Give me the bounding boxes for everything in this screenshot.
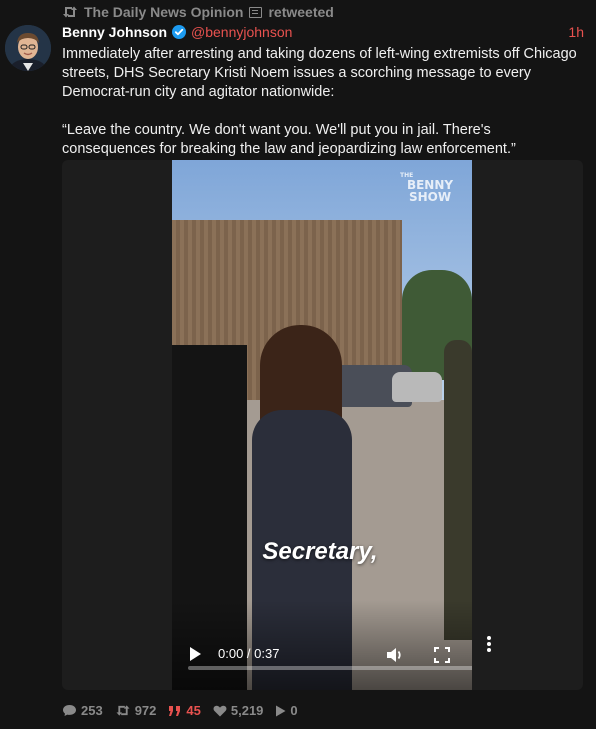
author-handle[interactable]: @bennyjohnson xyxy=(191,24,292,40)
play-views-icon xyxy=(276,705,286,716)
video-time: 0:00 / 0:37 xyxy=(218,646,280,661)
media-container: THE BENNY SHOW Secretary, 0:00 / 0:37 xyxy=(62,160,583,690)
retweet-label: retweeted xyxy=(268,4,334,20)
video-officer xyxy=(444,340,472,640)
like-count: 5,219 xyxy=(230,703,264,718)
like-button[interactable]: 5,219 xyxy=(213,703,264,718)
post-paragraph-1: Immediately after arresting and taking d… xyxy=(62,46,577,100)
quote-button[interactable]: 45 xyxy=(168,703,201,718)
post-timestamp[interactable]: 1h xyxy=(568,24,584,40)
post-header: Benny Johnson @bennyjohnson 1h xyxy=(62,24,584,40)
video-watermark: THE BENNY SHOW xyxy=(400,172,454,204)
quote-count: 45 xyxy=(186,703,201,718)
more-options-icon[interactable] xyxy=(486,635,492,658)
retweet-stat-icon xyxy=(116,705,130,716)
post-paragraph-2: “Leave the country. We don't want you. W… xyxy=(62,122,516,157)
reply-button[interactable]: 253 xyxy=(62,703,103,718)
author-name[interactable]: Benny Johnson xyxy=(62,24,167,40)
fullscreen-icon[interactable] xyxy=(433,646,451,664)
newspaper-icon xyxy=(249,6,263,18)
video-player[interactable]: THE BENNY SHOW Secretary, 0:00 / 0:37 xyxy=(172,160,472,690)
volume-icon[interactable] xyxy=(385,645,405,665)
video-progress-bar[interactable] xyxy=(188,666,472,670)
verified-badge-icon xyxy=(172,25,187,39)
retweet-count: 972 xyxy=(134,703,157,718)
retweet-bar: The Daily News Opinion retweeted xyxy=(62,4,334,20)
views-button[interactable]: 0 xyxy=(275,703,298,718)
retweet-button[interactable]: 972 xyxy=(115,703,157,718)
reply-count: 253 xyxy=(81,703,103,718)
views-count: 0 xyxy=(290,703,298,718)
play-button[interactable] xyxy=(190,647,201,661)
quote-icon xyxy=(169,705,181,716)
retweet-icon xyxy=(62,5,78,19)
retweeter-name[interactable]: The Daily News Opinion xyxy=(84,4,243,20)
post-stats: 253 972 45 5,219 0 xyxy=(62,703,298,718)
reply-icon xyxy=(63,705,76,716)
video-car xyxy=(392,372,442,402)
video-caption: Secretary, xyxy=(262,538,378,565)
author-avatar[interactable] xyxy=(5,25,51,71)
post-body: Immediately after arresting and taking d… xyxy=(62,45,582,159)
heart-icon xyxy=(213,705,227,716)
